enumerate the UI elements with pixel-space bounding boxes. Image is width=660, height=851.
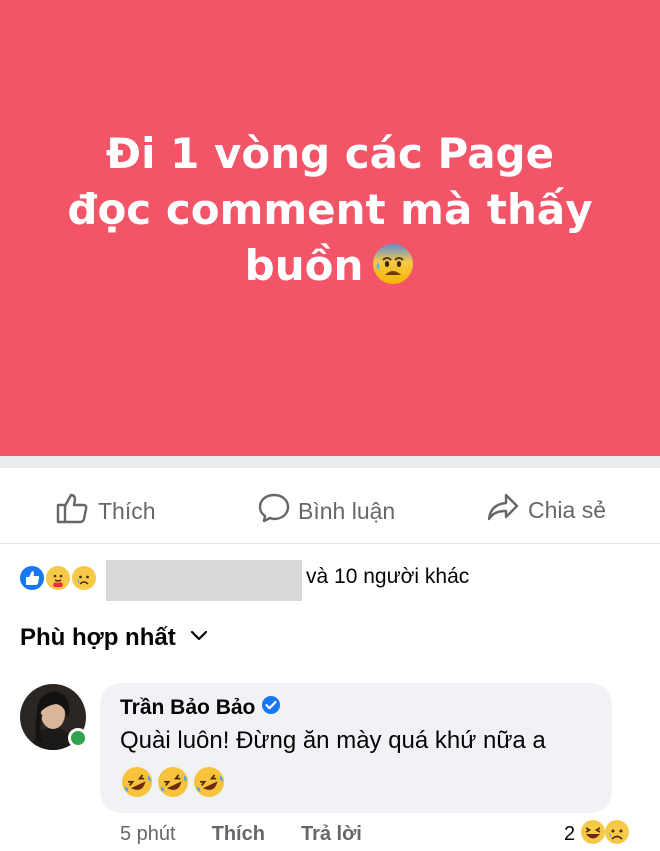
- reactions-summary-text[interactable]: và 10 người khác: [306, 565, 469, 589]
- care-icon: [44, 564, 72, 592]
- comment-text: Quài luôn! Đừng ăn mày quá khứ nữa a: [120, 727, 546, 754]
- post-text-line-3: buồn: [244, 241, 364, 290]
- post-action-bar: Thích Bình luận Chia sẻ: [0, 474, 660, 544]
- comment-button[interactable]: Bình luận: [258, 492, 395, 530]
- feed-separator: [0, 456, 660, 468]
- chevron-down-icon: [176, 629, 208, 647]
- share-button[interactable]: Chia sẻ: [486, 492, 606, 528]
- post-text: Đi 1 vòng các Page đọc comment mà thấy b…: [30, 126, 630, 300]
- like-button[interactable]: Thích: [56, 492, 156, 530]
- commenter-avatar[interactable]: [20, 684, 88, 752]
- comment-reply-button[interactable]: Trả lời: [301, 823, 362, 846]
- comment-reaction-count: 2: [564, 823, 576, 845]
- like-icon: [18, 564, 46, 592]
- sad-icon: [603, 818, 631, 851]
- comment-like-button[interactable]: Thích: [212, 823, 265, 846]
- separator-gap: [0, 468, 660, 472]
- post-banner: Đi 1 vòng các Page đọc comment mà thấy b…: [0, 0, 660, 456]
- comment-sort-dropdown[interactable]: Phù hợp nhất: [20, 624, 208, 652]
- post-text-line-1: Đi 1 vòng các Page: [105, 129, 555, 178]
- sort-label: Phù hợp nhất: [20, 624, 176, 651]
- thumbs-up-icon: [56, 492, 98, 530]
- share-label: Chia sẻ: [528, 496, 606, 523]
- reaction-icons: [18, 564, 104, 592]
- comment-time[interactable]: 5 phút: [120, 823, 176, 846]
- sad-icon: [70, 564, 98, 592]
- rolling-on-floor-laughing-icon: [156, 765, 190, 804]
- comment-label: Bình luận: [298, 497, 396, 524]
- share-arrow-icon: [486, 492, 528, 528]
- verified-badge-icon: [255, 695, 281, 721]
- redacted-names: [106, 560, 302, 601]
- online-status-dot: [68, 728, 88, 748]
- comment-author-name: Trần Bảo Bảo: [120, 696, 256, 719]
- post-text-line-3-wrap: buồn: [30, 238, 630, 300]
- rolling-on-floor-laughing-icon: [120, 765, 154, 804]
- like-label: Thích: [98, 497, 156, 524]
- post-text-line-2: đọc comment mà thấy: [67, 185, 593, 234]
- reactions-summary[interactable]: và 10 người khác: [0, 556, 660, 601]
- anxious-face-with-sweat-icon: [371, 242, 415, 300]
- comment-author[interactable]: Trần Bảo Bảo: [120, 695, 281, 721]
- comment-emojis: [120, 765, 226, 804]
- comment-icon: [258, 492, 298, 530]
- rolling-on-floor-laughing-icon: [192, 765, 226, 804]
- comment-reactions[interactable]: 2: [564, 818, 631, 851]
- comment-meta: 5 phút Thích Trả lời: [120, 823, 362, 846]
- comment-bubble[interactable]: Trần Bảo Bảo Quài luôn! Đừng ăn mày quá …: [100, 683, 612, 813]
